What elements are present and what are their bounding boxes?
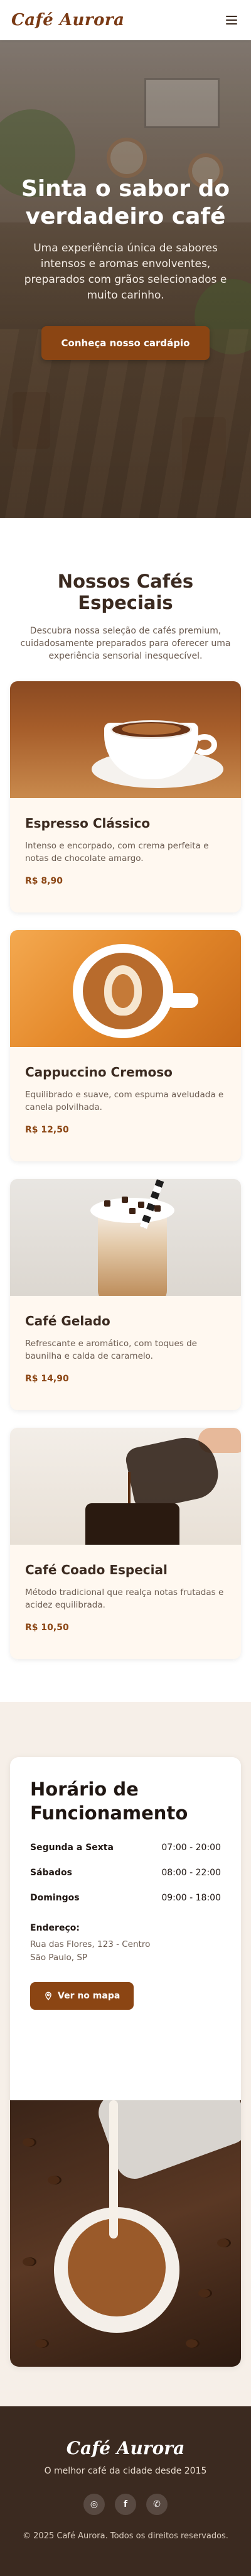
product-name: Cappuccino Cremoso: [25, 1065, 173, 1080]
latte-pour-photo: [10, 2100, 241, 2367]
whatsapp-icon[interactable]: ✆: [146, 2494, 168, 2515]
facebook-icon[interactable]: f: [115, 2494, 136, 2515]
pour-over-photo: [10, 1428, 241, 1545]
hours-card: Horário de Funcionamento Segunda a Sexta…: [10, 1757, 241, 2367]
product-card-iced-coffee[interactable]: Café Gelado Refrescante e aromático, com…: [10, 1179, 241, 1410]
view-map-button[interactable]: Ver no mapa: [30, 1982, 134, 2010]
product-price: R$ 14,90: [25, 1374, 69, 1384]
menu-cta-button[interactable]: Conheça nosso cardápio: [41, 326, 210, 360]
instagram-icon[interactable]: ◎: [83, 2494, 105, 2515]
hero-clock-decoration: [107, 138, 147, 178]
copyright-text: © 2025 Café Aurora. Todos os direitos re…: [23, 2531, 228, 2541]
product-card-espresso[interactable]: Espresso Clássico Intenso e encorpado, c…: [10, 681, 241, 913]
hours-day: Domingos: [30, 1893, 80, 1903]
hours-day: Segunda a Sexta: [30, 1843, 114, 1853]
hours-row: Segunda a Sexta 07:00 - 20:00: [30, 1843, 221, 1853]
hero-description: Uma experiência única de sabores intenso…: [24, 242, 227, 302]
product-description: Equilibrado e suave, com espuma aveludad…: [25, 1090, 224, 1112]
address-text: Rua das Flores, 123 - Centro São Paulo, …: [30, 1938, 221, 1965]
hours-time: 07:00 - 20:00: [161, 1843, 221, 1853]
products-section: Nossos Cafés Especiais Descubra nossa se…: [0, 518, 251, 1702]
site-footer: Café Aurora O melhor café da cidade desd…: [0, 2406, 251, 2576]
product-list: Espresso Clássico Intenso e encorpado, c…: [10, 681, 241, 1659]
hours-row: Sábados 08:00 - 22:00: [30, 1868, 221, 1878]
product-name: Espresso Clássico: [25, 816, 151, 831]
brand-logo[interactable]: Café Aurora: [11, 11, 124, 30]
hours-section: Horário de Funcionamento Segunda a Sexta…: [0, 1702, 251, 2406]
hero-window-decoration: [144, 78, 220, 128]
address-line: Rua das Flores, 123 - Centro: [30, 1939, 151, 1949]
product-description: Intenso e encorpado, com crema perfeita …: [25, 841, 209, 863]
footer-tagline: O melhor café da cidade desde 2015: [44, 2466, 207, 2476]
product-price: R$ 10,50: [25, 1623, 69, 1633]
products-subtitle: Descubra nossa seleção de cafés premium,…: [20, 626, 231, 661]
espresso-photo: [10, 681, 241, 798]
hours-table: Segunda a Sexta 07:00 - 20:00 Sábados 08…: [30, 1843, 221, 1903]
footer-brand: Café Aurora: [66, 2438, 185, 2458]
hamburger-menu-icon[interactable]: [226, 16, 237, 25]
hero-section: Sinta o sabor do verdadeiro café Uma exp…: [0, 40, 251, 518]
product-description: Refrescante e aromático, com toques de b…: [25, 1339, 197, 1361]
location-pin-icon: [45, 1992, 51, 2000]
address-line: São Paulo, SP: [30, 1953, 88, 1963]
view-map-label: Ver no mapa: [58, 1991, 120, 2001]
iced-coffee-photo: [10, 1179, 241, 1296]
cappuccino-photo: [10, 930, 241, 1047]
hero-title: Sinta o sabor do verdadeiro café: [21, 176, 230, 229]
product-card-cappuccino[interactable]: Cappuccino Cremoso Equilibrado e suave, …: [10, 930, 241, 1161]
hours-row: Domingos 09:00 - 18:00: [30, 1893, 221, 1903]
product-price: R$ 12,50: [25, 1125, 69, 1135]
product-price: R$ 8,90: [25, 876, 63, 886]
address-label: Endereço:: [30, 1923, 80, 1933]
hours-time: 09:00 - 18:00: [161, 1893, 221, 1903]
social-links: ◎ f ✆: [0, 2494, 251, 2515]
hero-content: Sinta o sabor do verdadeiro café Uma exp…: [0, 175, 251, 360]
product-name: Café Coado Especial: [25, 1562, 168, 1577]
product-name: Café Gelado: [25, 1313, 110, 1329]
hours-title: Horário de Funcionamento: [30, 1779, 188, 1824]
site-header: Café Aurora: [0, 0, 251, 40]
products-title: Nossos Cafés Especiais: [57, 571, 194, 613]
product-description: Método tradicional que realça notas frut…: [25, 1587, 224, 1610]
product-card-pour-over[interactable]: Café Coado Especial Método tradicional q…: [10, 1428, 241, 1659]
hours-time: 08:00 - 22:00: [161, 1868, 221, 1878]
hours-day: Sábados: [30, 1868, 72, 1878]
